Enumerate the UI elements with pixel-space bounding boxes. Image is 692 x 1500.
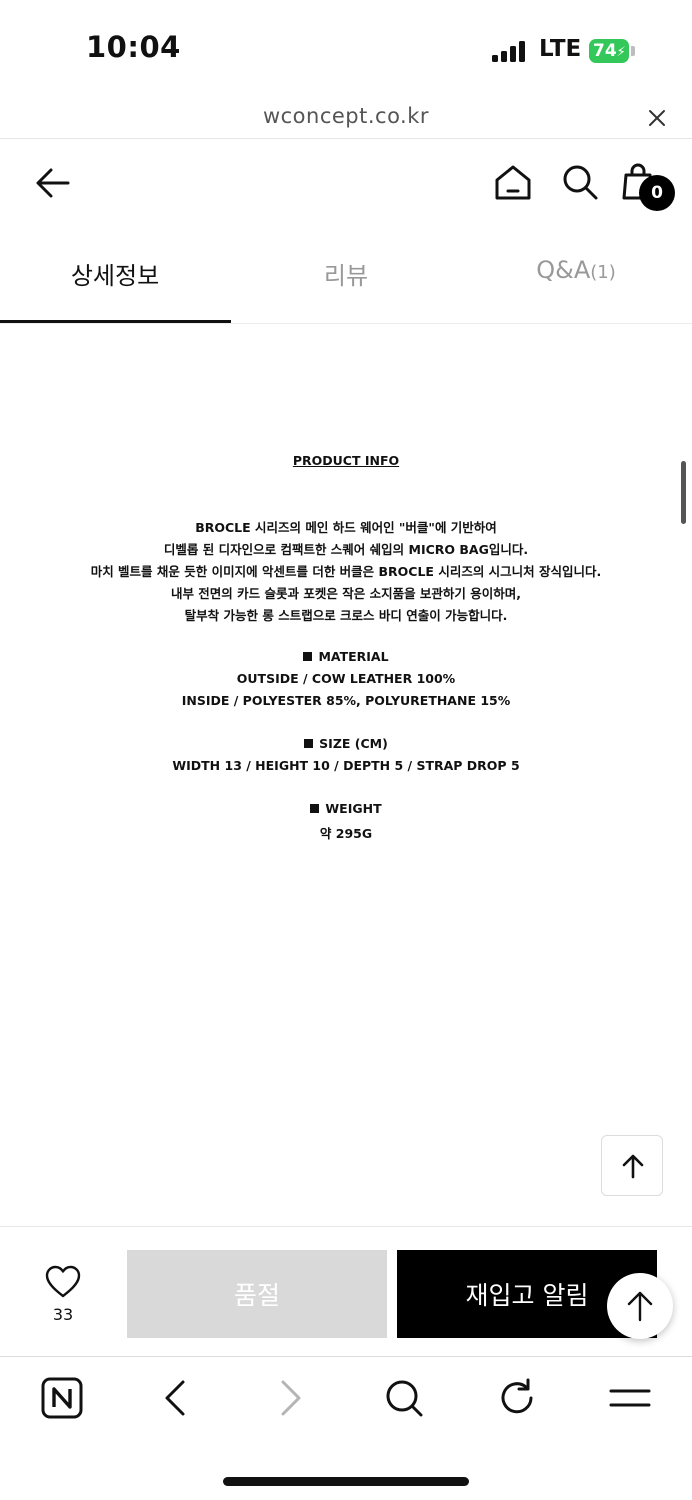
search-icon[interactable]	[560, 162, 600, 202]
weight-heading-text: WEIGHT	[325, 801, 382, 816]
bullet-icon	[304, 739, 314, 748]
back-arrow-icon[interactable]	[34, 164, 72, 202]
size-heading-text: SIZE (CM)	[319, 736, 388, 751]
tab-detail-info[interactable]: 상세정보	[0, 256, 230, 291]
description-line: BROCLE 시리즈의 메인 하드 웨어인 "버클"에 기반하여	[195, 520, 497, 535]
arrow-up-icon	[627, 1291, 653, 1322]
like-count: 33	[52, 1305, 74, 1324]
divider	[0, 1356, 692, 1357]
battery-tip	[631, 46, 635, 56]
description-line: 디벨롭 된 디자인으로 컴팩트한 스퀘어 쉐입의 MICRO BAG입니다.	[163, 542, 529, 557]
home-indicator[interactable]	[223, 1477, 469, 1486]
status-time: 10:04	[86, 30, 181, 64]
back-arrow-icon[interactable]	[154, 1376, 198, 1420]
search-icon[interactable]	[382, 1376, 426, 1420]
weight-line: 약 295G	[319, 826, 373, 841]
battery-level: 74	[593, 41, 617, 61]
description-line: 마치 벨트를 채운 듯한 이미지에 악센트를 더한 버클은 BROCLE 시리즈…	[90, 564, 602, 579]
sold-out-button[interactable]: 품절	[127, 1250, 387, 1338]
heart-icon[interactable]	[45, 1265, 81, 1299]
home-icon[interactable]	[493, 162, 533, 202]
cart-count-badge: 0	[639, 175, 675, 211]
battery-icon: 74⚡	[589, 39, 629, 63]
product-info-title: PRODUCT INFO	[292, 453, 400, 468]
bullet-icon	[303, 652, 313, 661]
signal-icon	[492, 40, 528, 62]
forward-arrow-icon[interactable]	[268, 1376, 312, 1420]
naver-icon[interactable]	[40, 1376, 84, 1420]
material-line: OUTSIDE / COW LEATHER 100%	[236, 671, 456, 686]
tab-qna-count: (1)	[590, 262, 616, 283]
weight-heading: WEIGHT	[0, 801, 692, 816]
description-line: 내부 전면의 카드 슬롯과 포켓은 작은 소지품을 보관하기 용이하며,	[170, 586, 522, 601]
divider	[0, 323, 692, 324]
size-heading: SIZE (CM)	[0, 736, 692, 751]
bullet-icon	[310, 804, 320, 813]
network-label: LTE	[539, 36, 582, 62]
menu-icon[interactable]	[608, 1376, 652, 1420]
divider	[0, 1226, 692, 1227]
tab-qna[interactable]: Q&A(1)	[461, 256, 691, 284]
divider	[0, 138, 692, 139]
scroll-to-top-button[interactable]	[601, 1135, 663, 1196]
floating-scroll-top-button[interactable]	[607, 1273, 673, 1339]
arrow-up-icon	[622, 1154, 644, 1179]
size-line: WIDTH 13 / HEIGHT 10 / DEPTH 5 / STRAP D…	[172, 758, 520, 773]
tab-qna-label: Q&A	[536, 256, 591, 284]
material-line: INSIDE / POLYESTER 85%, POLYURETHANE 15%	[181, 693, 511, 708]
close-icon[interactable]	[645, 106, 669, 130]
scrollbar[interactable]	[681, 461, 686, 524]
refresh-icon[interactable]	[495, 1376, 539, 1420]
material-heading-text: MATERIAL	[318, 649, 389, 664]
description-line: 탈부착 가능한 롱 스트랩으로 크로스 바디 연출이 가능합니다.	[184, 608, 508, 623]
tab-reviews[interactable]: 리뷰	[231, 256, 461, 291]
material-heading: MATERIAL	[0, 649, 692, 664]
url-bar[interactable]: wconcept.co.kr	[0, 104, 692, 128]
